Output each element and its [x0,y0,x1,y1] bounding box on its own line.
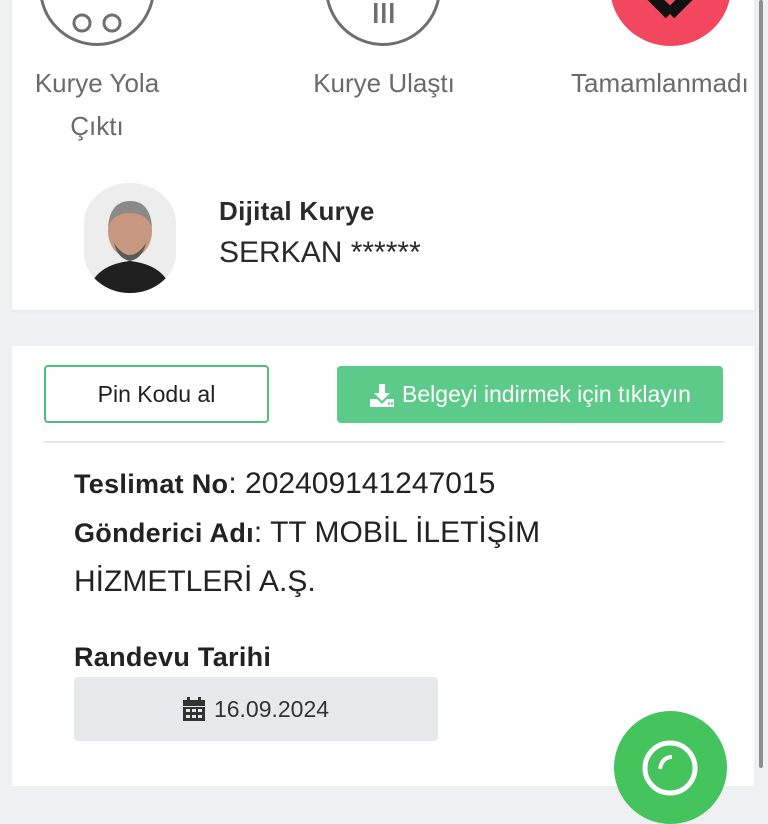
sender-name-label: Gönderici Adı [74,518,254,548]
route-icon [72,13,122,33]
step-label-not-completed: Tamamlanmadı [571,68,749,98]
sender-name-value-line2: HİZMETLERİ A.Ş. [74,565,316,598]
get-pin-label: Pin Kodu al [97,380,216,407]
sender-name-value-line1: TT MOBİL İLETİŞİM [270,516,541,549]
download-icon [370,383,395,407]
delivery-number-label: Teslimat No [74,469,229,499]
building-icon [374,3,394,23]
step-label-courier-arrived: Kurye Ulaştı [313,68,455,98]
download-document-button[interactable]: Belgeyi indirmek için tıklayın [337,366,723,423]
appointment-label: Randevu Tarihi [74,642,272,672]
appointment-date-value: 16.09.2024 [213,695,330,722]
step-not-completed [610,0,731,46]
sender-name: Gönderici Adı: TT MOBİL İLETİŞİM [74,516,541,549]
calendar-icon [182,697,205,721]
appointment-heading: Randevu Tarihi [74,633,271,681]
delivery-number-value: 202409141247015 [245,467,496,500]
appointment-date-field[interactable]: 16.09.2024 [74,677,438,741]
courier-name: SERKAN ****** [219,236,421,269]
divider [44,441,724,443]
avatar-image [84,183,176,293]
courier-title: Dijital Kurye [219,196,375,226]
courier-avatar [84,183,176,293]
sender-name-continued: HİZMETLERİ A.Ş. [74,558,316,606]
step-courier-arrived [325,0,441,46]
delivery-number: Teslimat No: 202409141247015 [74,467,496,500]
scrollbar[interactable] [759,0,763,768]
step-courier-on-way [39,0,155,46]
get-pin-button[interactable]: Pin Kodu al [44,365,269,423]
x-icon [647,0,693,19]
download-document-label: Belgeyi indirmek için tıklayın [402,381,691,407]
step-label-courier-on-way: Kurye Yola Çıktı [34,68,160,141]
